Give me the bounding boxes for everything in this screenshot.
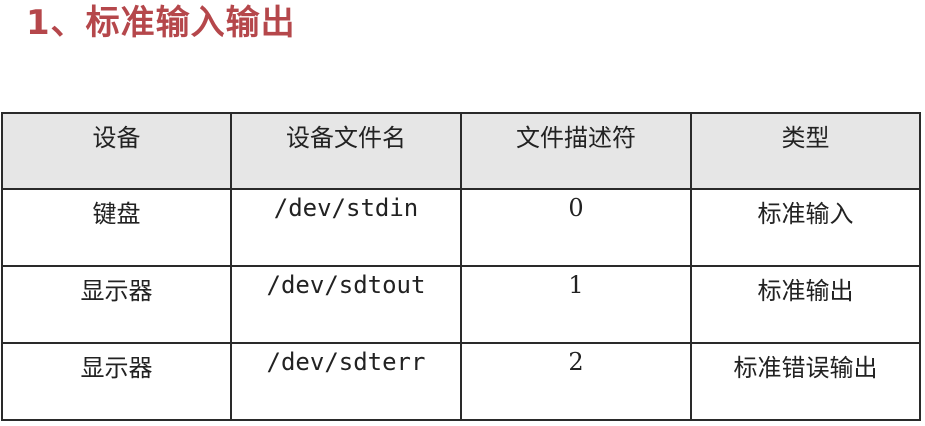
column-header-type: 类型 <box>690 112 921 190</box>
table-header-row: 设备 设备文件名 文件描述符 类型 <box>1 112 921 190</box>
table-row: 键盘 /dev/stdin 0 标准输入 <box>1 188 921 267</box>
cell-device: 显示器 <box>1 265 232 344</box>
cell-device: 显示器 <box>1 342 232 421</box>
column-header-device: 设备 <box>1 112 232 190</box>
column-header-device-filename: 设备文件名 <box>230 112 462 190</box>
cell-device-filename: /dev/sdtout <box>230 265 462 344</box>
cell-type: 标准输出 <box>690 265 921 344</box>
cell-type: 标准错误输出 <box>690 342 921 421</box>
cell-device: 键盘 <box>1 188 232 267</box>
page-title: 1、标准输入输出 <box>26 3 296 43</box>
cell-file-descriptor: 1 <box>460 265 692 344</box>
cell-type: 标准输入 <box>690 188 921 267</box>
table-row: 显示器 /dev/sdtout 1 标准输出 <box>1 265 921 344</box>
column-header-file-descriptor: 文件描述符 <box>460 112 692 190</box>
cell-device-filename: /dev/stdin <box>230 188 462 267</box>
cell-device-filename: /dev/sdterr <box>230 342 462 421</box>
cell-file-descriptor: 2 <box>460 342 692 421</box>
io-table: 设备 设备文件名 文件描述符 类型 键盘 /dev/stdin 0 标准输入 显… <box>1 112 921 421</box>
table-row: 显示器 /dev/sdterr 2 标准错误输出 <box>1 342 921 421</box>
cell-file-descriptor: 0 <box>460 188 692 267</box>
